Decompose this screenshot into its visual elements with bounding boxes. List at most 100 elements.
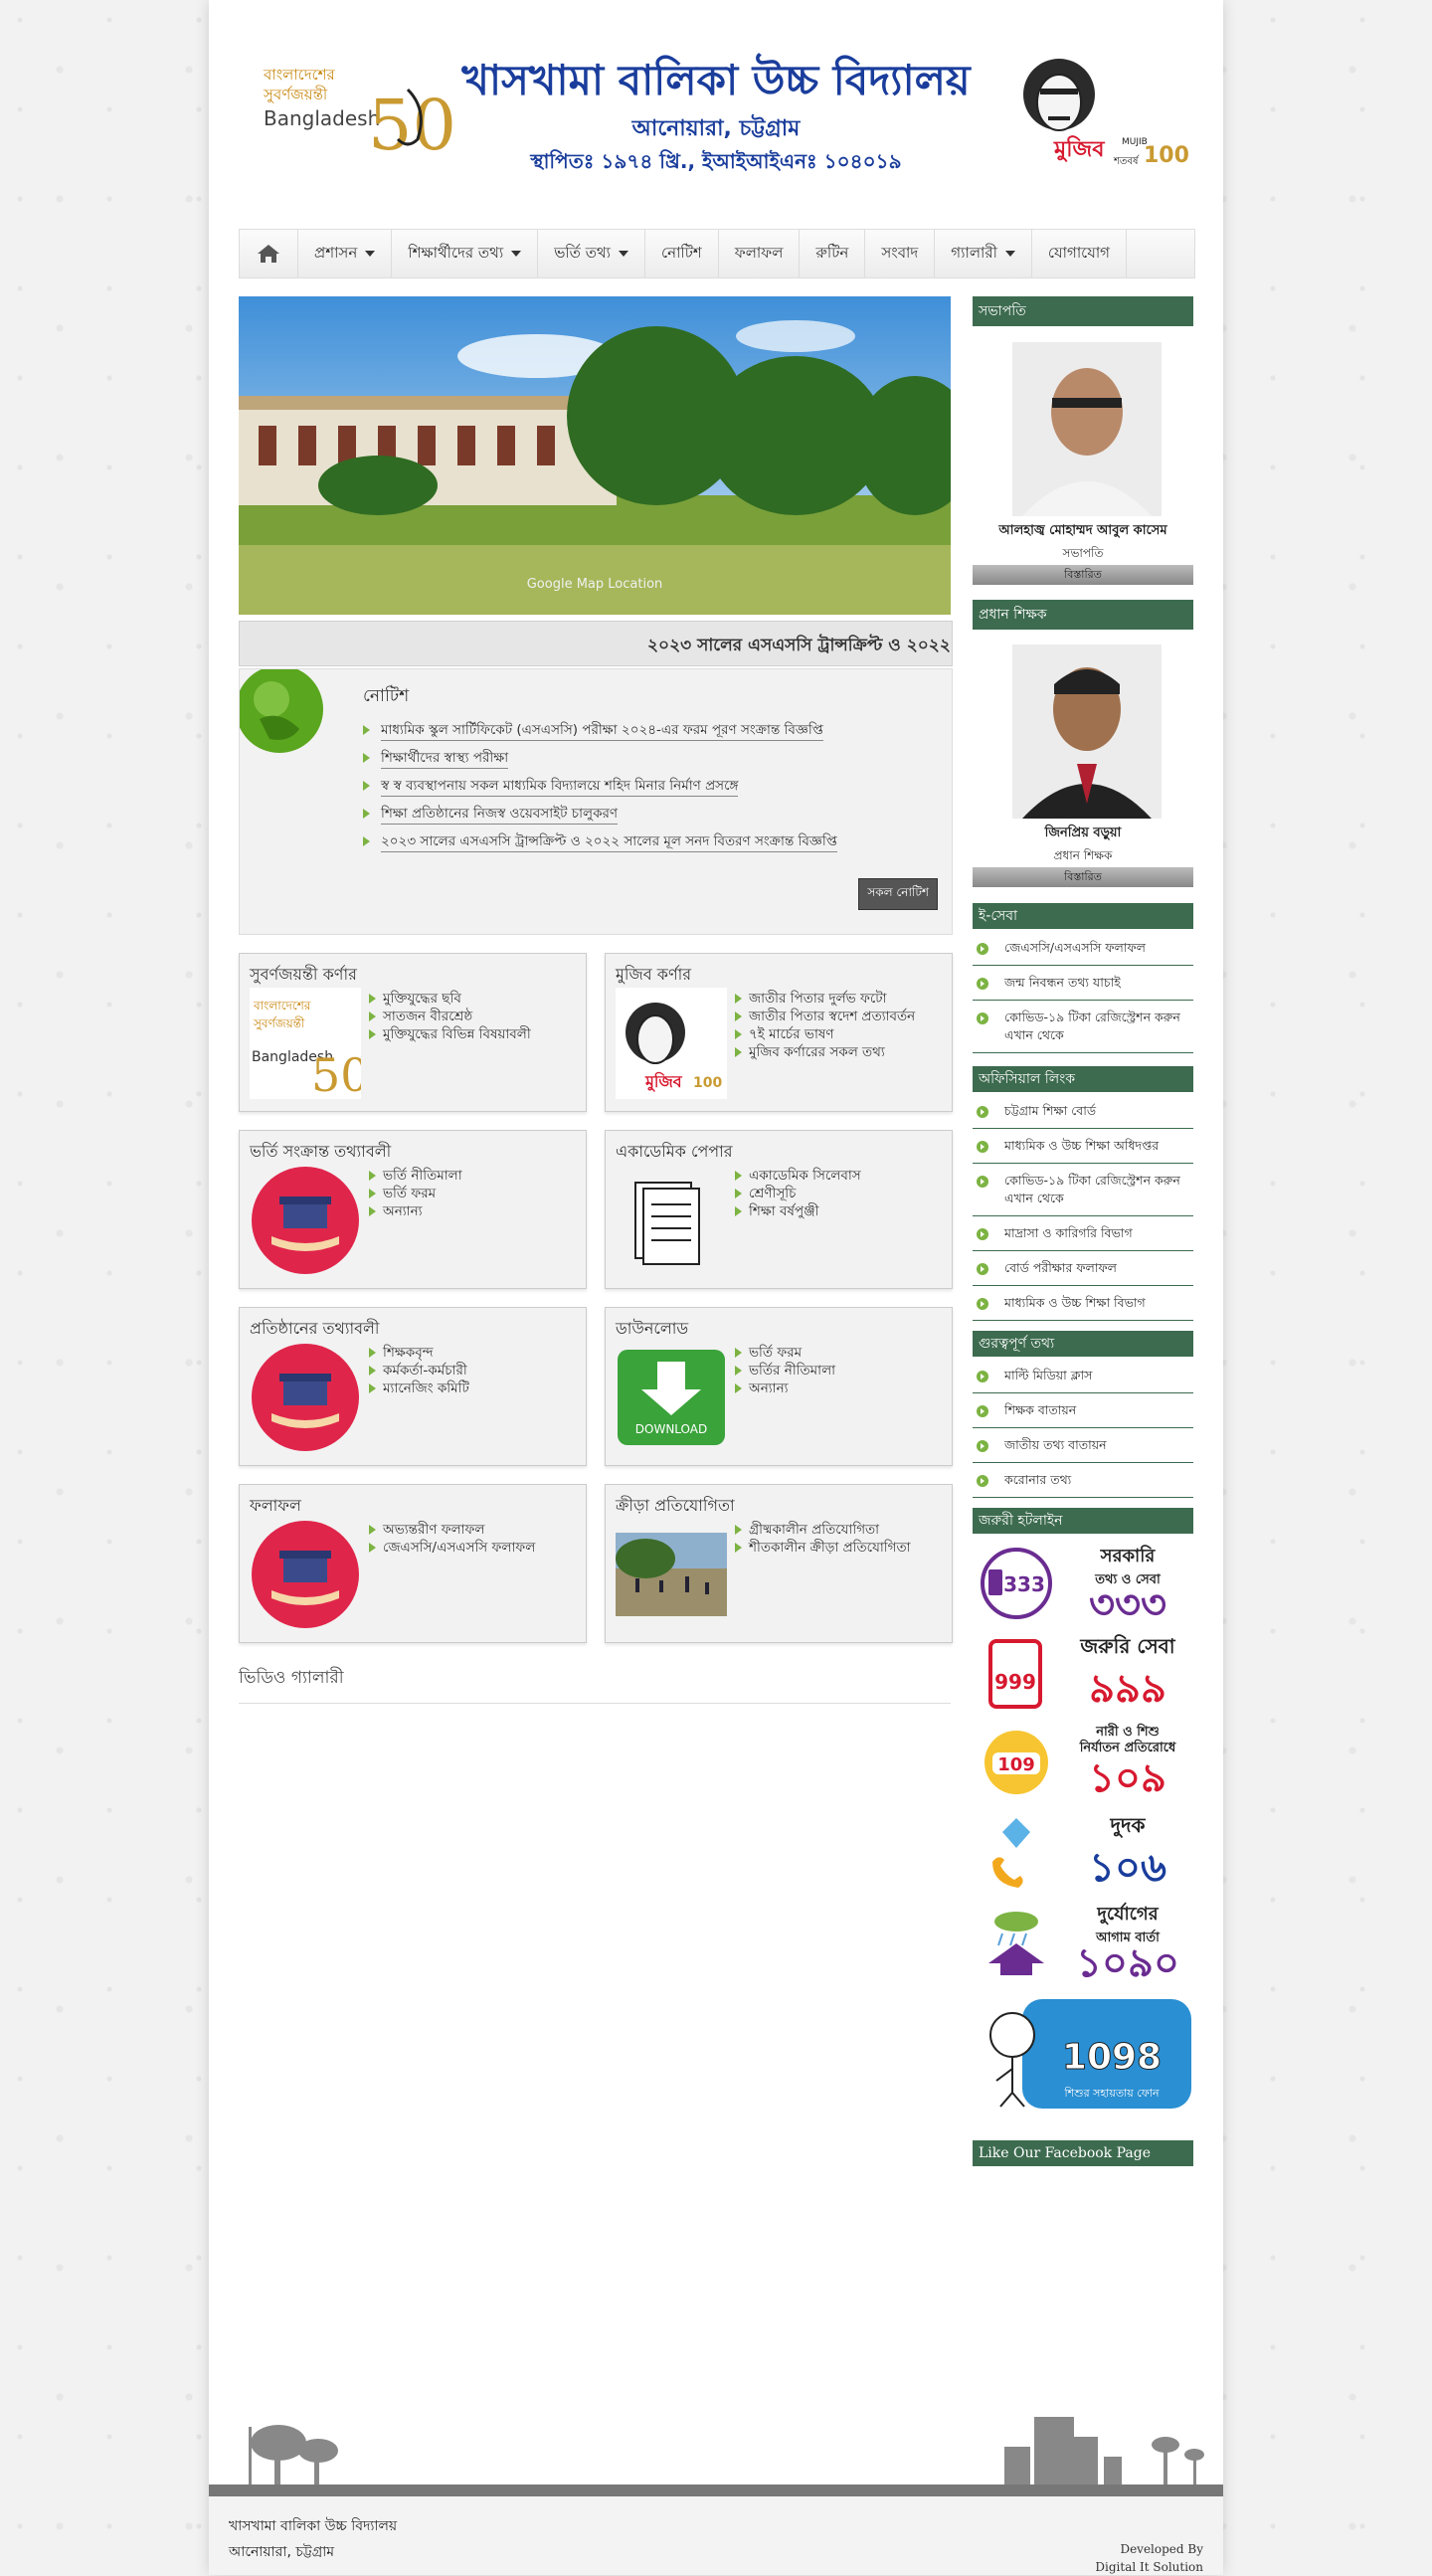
- important-link[interactable]: মাল্টি মিডিয়া ক্লাস: [973, 1359, 1193, 1393]
- card-link[interactable]: ভর্তির নীতিমালা: [735, 1362, 835, 1380]
- card-link[interactable]: ম্যানেজিং কমিটি: [369, 1380, 469, 1397]
- card-link[interactable]: অন্যান্য: [735, 1380, 835, 1397]
- card-link[interactable]: ভর্তি নীতিমালা: [369, 1167, 462, 1185]
- official-link[interactable]: চট্টগ্রাম শিক্ষা বোর্ড: [973, 1094, 1193, 1129]
- nav-administration[interactable]: প্রশাসন: [298, 230, 393, 277]
- hotline-109[interactable]: 109 নারী ও শিশু নির্যাতন প্রতিরোধে ১০৯: [973, 1719, 1193, 1802]
- hotline-999[interactable]: 999 জরুরি সেবা ৯৯৯: [973, 1629, 1193, 1713]
- card-link[interactable]: জাতীর পিতার দুর্লভ ফটো: [735, 990, 915, 1008]
- notice-item[interactable]: ২০২৩ সালের এসএসসি ট্রান্সক্রিপ্ট ও ২০২২ …: [363, 830, 920, 858]
- hotline-icon-text: 999: [994, 1670, 1036, 1694]
- card-link[interactable]: ৭ই মার্চের ভাষণ: [735, 1025, 915, 1043]
- card-sports: ক্রীড়া প্রতিযোগিতা গ্রীষ্মকালীন প্রতিযো…: [605, 1484, 953, 1643]
- nav-notice[interactable]: নোটিশ: [645, 230, 719, 277]
- card-title[interactable]: ক্রীড়া প্রতিযোগিতা: [616, 1493, 735, 1520]
- nav-contact[interactable]: যোগাযোগ: [1032, 230, 1128, 277]
- card-link[interactable]: অভ্যন্তরীণ ফলাফল: [369, 1521, 535, 1539]
- hand-box-icon: [252, 1167, 359, 1274]
- headmaster-details-button[interactable]: বিস্তারিত: [973, 867, 1193, 887]
- notice-item-text: শিক্ষার্থীদের স্বাস্থ্য পরীক্ষা: [381, 750, 509, 769]
- mujib-corner-image: মুজিব 100: [616, 988, 727, 1099]
- eservice-link[interactable]: জেএসসি/এসএসসি ফলাফল: [973, 931, 1193, 966]
- card-link[interactable]: ভর্তি ফরম: [369, 1185, 462, 1202]
- nav-news[interactable]: সংবাদ: [865, 230, 936, 277]
- president-details-button[interactable]: বিস্তারিত: [973, 565, 1193, 585]
- child-helpline-1098[interactable]: 1098 শিশুর সহায়তায় ফোন: [973, 1999, 1193, 2109]
- card-link[interactable]: অন্যান্য: [369, 1202, 462, 1220]
- card-links: জাতীর পিতার দুর্লভ ফটো জাতীর পিতার স্বদে…: [735, 990, 915, 1061]
- card-link[interactable]: জেএসসি/এসএসসি ফলাফল: [369, 1539, 535, 1557]
- card-title[interactable]: প্রতিষ্ঠানের তথ্যাবলী: [250, 1316, 380, 1343]
- nav-label: নোটিশ: [661, 243, 702, 262]
- card-academic-paper: একাডেমিক পেপার একাডেমিক সিলেবাস শ্রেণীসূ…: [605, 1130, 953, 1289]
- card-link[interactable]: শিক্ষা বর্ষপুঞ্জী: [735, 1202, 861, 1220]
- school-map-image[interactable]: Google Map Location: [239, 296, 951, 615]
- card-title[interactable]: একাডেমিক পেপার: [616, 1139, 733, 1166]
- hotline-106[interactable]: দুদক ১০৬: [973, 1808, 1193, 1892]
- link-text: কোভিড-১৯ টিকা রেজিস্ট্রেশন করুন এখান থেক…: [1004, 1010, 1180, 1042]
- card-link[interactable]: গ্রীষ্মকালীন প্রতিযোগিতা: [735, 1521, 911, 1539]
- card-title[interactable]: সুবর্ণজয়ন্তী কর্ণার: [250, 962, 357, 989]
- card-golden-jubilee: সুবর্ণজয়ন্তী কর্ণার বাংলাদেশের সুবর্ণজয…: [239, 953, 587, 1112]
- arrow-circle-icon: [977, 1440, 988, 1452]
- nav-routine[interactable]: রুটিন: [800, 230, 866, 277]
- card-link[interactable]: একাডেমিক সিলেবাস: [735, 1167, 861, 1185]
- card-link[interactable]: জাতীর পিতার স্বদেশ প্রত্যাবর্তন: [735, 1008, 915, 1025]
- hotline-333[interactable]: 333 সরকারি তথ্য ও সেবা ৩৩৩: [973, 1540, 1193, 1627]
- card-link[interactable]: ভর্তি ফরম: [735, 1344, 835, 1362]
- important-link[interactable]: শিক্ষক বাতায়ন: [973, 1393, 1193, 1428]
- all-notice-button[interactable]: সকল নোটিশ: [858, 878, 938, 910]
- eservice-link[interactable]: কোভিড-১৯ টিকা রেজিস্ট্রেশন করুন এখান থেক…: [973, 1001, 1193, 1053]
- card-title[interactable]: মুজিব কর্ণার: [616, 962, 691, 989]
- official-link[interactable]: মাদ্রাসা ও কারিগরি বিভাগ: [973, 1216, 1193, 1251]
- card-links: মুক্তিযুদ্ধের ছবি সাতজন বীরশ্রেষ্ঠ মুক্ত…: [369, 990, 531, 1043]
- card-title[interactable]: ভর্তি সংক্রান্ত তথ্যাবলী: [250, 1139, 391, 1166]
- notice-item-text: মাধ্যমিক স্কুল সার্টিফিকেট (এসএসসি) পরীক…: [381, 722, 823, 741]
- important-link[interactable]: করোনার তথ্য: [973, 1463, 1193, 1498]
- president-heading: সভাপতি: [973, 296, 1193, 326]
- notice-item[interactable]: শিক্ষা প্রতিষ্ঠানের নিজস্ব ওয়েবসাইট চাল…: [363, 803, 920, 830]
- nav-admission-info[interactable]: ভর্তি তথ্য: [538, 230, 646, 277]
- link-text: মাল্টি মিডিয়া ক্লাস: [1004, 1368, 1093, 1382]
- card-mujib-corner: মুজিব কর্ণার মুজিব 100 জাতীর পিতার দুর্ল…: [605, 953, 953, 1112]
- card-link[interactable]: মুক্তিযুদ্ধের বিভিন্ন বিষয়াবলী: [369, 1025, 531, 1043]
- logo-right-word: মুজিব: [1053, 135, 1105, 163]
- president-role: সভাপতি: [1062, 546, 1104, 560]
- footer-developer[interactable]: Developed By Digital It Solution: [1095, 2540, 1203, 2576]
- card-link[interactable]: মুজিব কর্ণারের সকল তথ্য: [735, 1043, 915, 1061]
- card-link[interactable]: কর্মকর্তা-কর্মচারী: [369, 1362, 469, 1380]
- nav-label: যোগাযোগ: [1047, 243, 1111, 262]
- notice-item[interactable]: স্ব স্ব ব্যবস্থাপনায় সকল মাধ্যমিক বিদ্য…: [363, 775, 920, 803]
- eservice-heading: ই-সেবা: [973, 903, 1193, 929]
- card-title[interactable]: ডাউনলোড: [616, 1316, 688, 1343]
- official-link[interactable]: মাধ্যমিক ও উচ্চ শিক্ষা বিভাগ: [973, 1286, 1193, 1321]
- news-ticker[interactable]: ২০২৩ সালের এসএসসি ট্রান্সক্রিপ্ট ও ২০২২ …: [239, 621, 953, 666]
- nav-gallery[interactable]: গ্যালারী: [935, 230, 1032, 277]
- footer-divider: [209, 2484, 1223, 2496]
- nav-student-info[interactable]: শিক্ষার্থীদের তথ্য: [392, 230, 539, 277]
- nav-result[interactable]: ফলাফল: [719, 230, 801, 277]
- link-text: বোর্ড পরীক্ষার ফলাফল: [1004, 1260, 1117, 1275]
- card-link[interactable]: শ্রেণীসূচি: [735, 1185, 861, 1202]
- card-link[interactable]: শিক্ষকবৃন্দ: [369, 1344, 469, 1362]
- important-link[interactable]: জাতীয় তথ্য বাতায়ন: [973, 1428, 1193, 1463]
- card-title[interactable]: ফলাফল: [250, 1493, 301, 1520]
- notice-item[interactable]: মাধ্যমিক স্কুল সার্টিফিকেট (এসএসসি) পরীক…: [363, 719, 920, 747]
- card-link[interactable]: সাতজন বীরশ্রেষ্ঠ: [369, 1008, 531, 1025]
- official-link[interactable]: কোভিড-১৯ টিকা রেজিস্ট্রেশন করুন এখান থেক…: [973, 1164, 1193, 1216]
- hotline-1090[interactable]: দুর্যোগের আগাম বার্তা ১০৯০: [973, 1898, 1193, 1985]
- card-link[interactable]: মুক্তিযুদ্ধের ছবি: [369, 990, 531, 1008]
- link-text: জাতীয় তথ্য বাতায়ন: [1004, 1437, 1107, 1452]
- official-link[interactable]: বোর্ড পরীক্ষার ফলাফল: [973, 1251, 1193, 1286]
- card-link[interactable]: শীতকালীন ক্রীড়া প্রতিযোগিতা: [735, 1539, 911, 1557]
- caret-down-icon: [1004, 251, 1015, 257]
- eservice-link[interactable]: জন্ম নিবন্ধন তথ্য যাচাই: [973, 966, 1193, 1001]
- page-container: বাংলাদেশের সুবর্ণজয়ন্তী Bangladesh 50 খ…: [209, 0, 1223, 2575]
- notice-item[interactable]: শিক্ষার্থীদের স্বাস্থ্য পরীক্ষা: [363, 747, 920, 775]
- official-link[interactable]: মাধ্যমিক ও উচ্চ শিক্ষা অধিদপ্তর: [973, 1129, 1193, 1164]
- nav-home[interactable]: [240, 230, 298, 277]
- facebook-heading[interactable]: Like Our Facebook Page: [973, 2140, 1193, 2166]
- notice-item-text: শিক্ষা প্রতিষ্ঠানের নিজস্ব ওয়েবসাইট চাল…: [381, 806, 619, 825]
- arrow-right-icon: [363, 836, 370, 846]
- hotline-number: ৯৯৯: [1089, 1665, 1166, 1712]
